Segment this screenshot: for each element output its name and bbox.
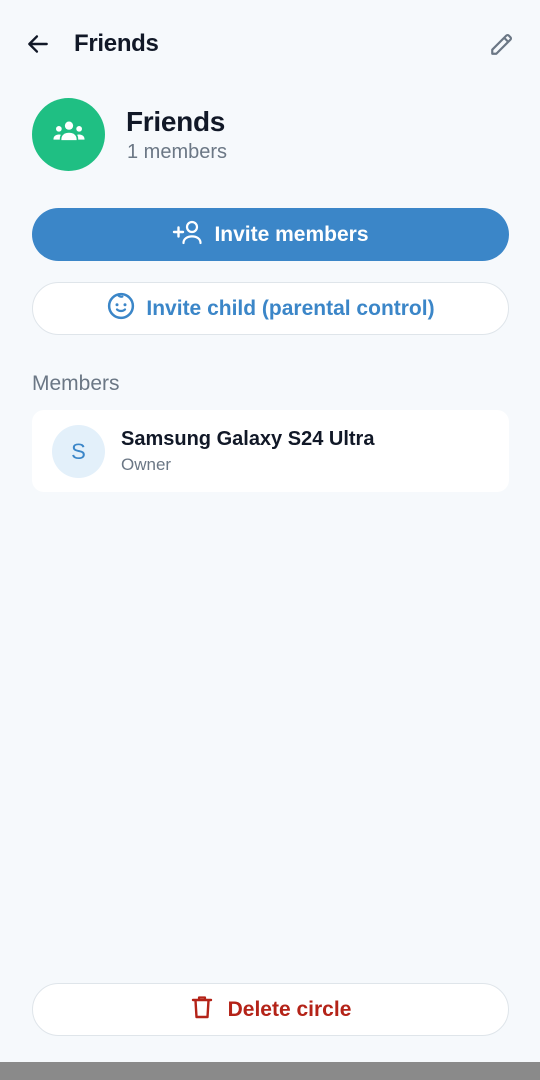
trash-icon — [190, 994, 214, 1025]
avatar: S — [52, 425, 105, 478]
member-name: Samsung Galaxy S24 Ultra — [121, 428, 375, 450]
circle-avatar — [32, 98, 105, 171]
delete-circle-label: Delete circle — [227, 997, 352, 1021]
invite-members-button[interactable]: Invite members — [32, 208, 509, 261]
top-app-bar: Friends — [0, 0, 540, 90]
circle-details-screen: Friends Friends 1 members Invite members… — [0, 0, 540, 1080]
arrow-back-icon — [25, 31, 51, 62]
member-count: 1 members — [127, 141, 228, 163]
circle-name: Friends — [126, 106, 226, 137]
person-add-icon — [172, 219, 204, 250]
edit-button[interactable] — [482, 26, 522, 66]
delete-circle-button[interactable]: Delete circle — [32, 983, 509, 1036]
list-item[interactable]: S Samsung Galaxy S24 Ultra Owner — [32, 410, 509, 492]
invite-child-label: Invite child (parental control) — [146, 296, 435, 320]
child-face-icon — [106, 291, 136, 326]
invite-members-label: Invite members — [214, 222, 369, 246]
invite-child-button[interactable]: Invite child (parental control) — [32, 282, 509, 335]
pencil-icon — [489, 31, 515, 62]
back-button[interactable] — [18, 26, 58, 66]
system-nav-bar — [0, 1062, 540, 1080]
group-icon — [50, 113, 88, 156]
member-role: Owner — [121, 455, 172, 474]
page-title: Friends — [74, 30, 159, 57]
members-section-title: Members — [32, 372, 120, 395]
